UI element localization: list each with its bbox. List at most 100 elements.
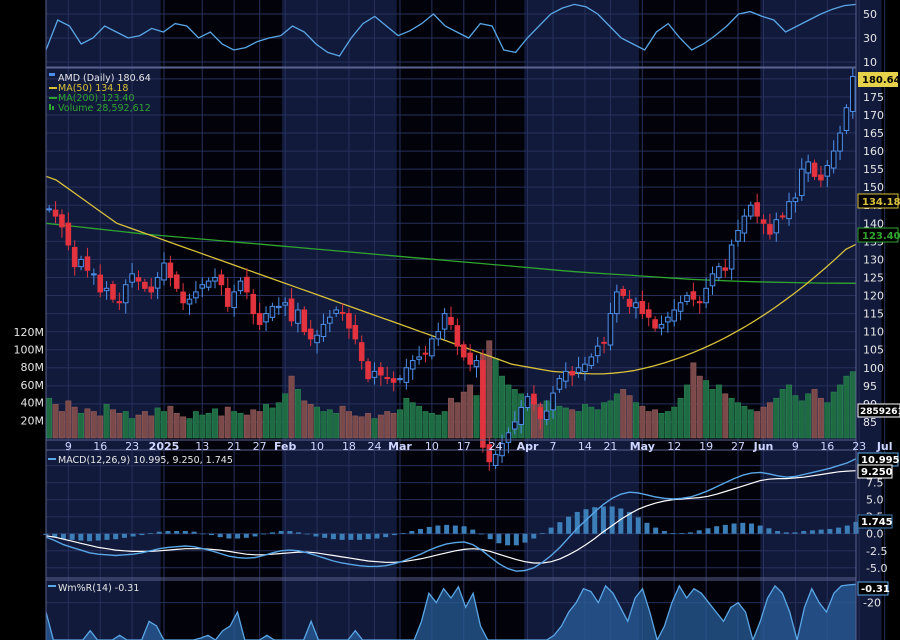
macd-hist-bar <box>261 533 267 535</box>
volume-bar <box>314 406 320 439</box>
volume-bar <box>569 409 576 439</box>
candle-body <box>665 316 671 323</box>
macd-hist-bar <box>740 522 746 534</box>
volume-bar <box>722 393 729 439</box>
price-tick-label: 110 <box>863 326 884 339</box>
candle-body <box>779 215 786 218</box>
tag-signal: 9.250 <box>861 467 893 478</box>
volume-bar <box>110 409 116 439</box>
candle-body <box>556 378 563 390</box>
date-tick-label: 14 <box>578 440 592 453</box>
tag-last-price: 180.64 <box>862 75 900 86</box>
macd-hist-bar <box>69 533 75 540</box>
candle-body <box>709 273 716 287</box>
macd-hist-bar <box>139 533 145 536</box>
candle-body <box>798 168 805 196</box>
date-tick-label: 23 <box>852 440 866 453</box>
volume-bar <box>817 397 824 439</box>
macd-hist-bar <box>470 529 476 534</box>
candle-body <box>429 338 435 357</box>
date-tick-label: 12 <box>667 440 681 453</box>
date-tick-label: 23 <box>125 440 139 453</box>
month-band <box>524 0 640 640</box>
volume-bar <box>263 404 269 439</box>
candle-body <box>384 377 391 380</box>
volume-bar <box>620 389 627 439</box>
macd-hist-bar <box>478 533 484 535</box>
volume-bar <box>798 400 805 439</box>
legend-willr: Wm%R(14) -0.31 <box>58 583 139 594</box>
macd-hist-bar <box>330 533 336 540</box>
price-tick-label: 115 <box>863 308 884 321</box>
macd-hist-bar <box>208 533 214 536</box>
volume-bar <box>84 408 91 439</box>
top-tick-label: 10 <box>863 56 877 69</box>
macd-hist-bar <box>383 533 389 538</box>
macd-tick-label: -5.0 <box>866 562 887 575</box>
macd-hist-bar <box>165 531 171 534</box>
candle-body <box>601 341 607 344</box>
macd-hist-bar <box>496 533 502 544</box>
volume-bar <box>766 402 773 439</box>
legend-swatch-willr <box>48 585 56 587</box>
candle-body <box>843 107 850 131</box>
candle-body <box>71 246 78 268</box>
price-tick-label: 175 <box>863 91 884 104</box>
date-tick-label: 27 <box>253 440 267 453</box>
candle-body <box>620 288 627 297</box>
candle-body <box>212 276 218 282</box>
macd-hist-bar <box>304 533 310 535</box>
candle-body <box>671 309 678 322</box>
tag-volume: 28592612 <box>860 407 900 417</box>
candle-body <box>135 277 142 282</box>
candle-body <box>435 331 442 340</box>
macd-hist-bar <box>783 532 789 534</box>
volume-bar <box>409 402 416 439</box>
macd-hist-bar <box>113 533 119 540</box>
date-tick-label: 21 <box>227 440 241 453</box>
macd-hist-bar <box>644 522 650 534</box>
price-tick-label: 100 <box>863 362 884 375</box>
candle-body <box>805 161 811 174</box>
candle-body <box>607 313 614 346</box>
macd-hist-bar <box>200 533 206 535</box>
volume-bar <box>365 412 372 439</box>
tag-ma200: 123.40 <box>862 231 900 242</box>
volume-bar <box>416 405 423 439</box>
volume-bar <box>747 409 754 439</box>
volume-bar <box>754 411 761 439</box>
candle-body <box>301 309 308 333</box>
date-tick-label: Feb <box>274 440 297 453</box>
candle-body <box>747 204 754 217</box>
macd-hist-bar <box>844 525 850 534</box>
macd-hist-bar <box>156 531 162 534</box>
volume-bar <box>562 407 569 439</box>
volume-bar <box>243 414 250 439</box>
candle-body <box>639 300 646 315</box>
macd-hist-bar <box>409 531 415 534</box>
tag-hist: 1.745 <box>861 517 893 528</box>
price-tick-label: 85 <box>863 416 877 429</box>
macd-hist-bar <box>775 531 781 534</box>
price-tick-label: 170 <box>863 109 884 122</box>
candle-body <box>633 302 639 309</box>
volume-bar <box>448 397 454 439</box>
candle-body <box>282 302 288 306</box>
volume-bar <box>224 406 231 439</box>
volume-bar <box>499 375 505 439</box>
volume-bar <box>696 375 703 439</box>
volume-bar <box>326 409 333 439</box>
macd-hist-bar <box>391 533 397 536</box>
candle-body <box>409 360 416 370</box>
macd-hist-bar <box>444 524 450 534</box>
volume-bar <box>441 411 448 439</box>
tag-ma50: 134.18 <box>862 197 900 208</box>
date-tick-label: 10 <box>425 440 439 453</box>
candle-body <box>448 316 454 325</box>
price-tick-label: 125 <box>863 271 884 284</box>
date-tick-label: 10 <box>310 440 324 453</box>
macd-hist-bar <box>348 533 354 540</box>
candle-body <box>256 313 263 325</box>
macd-hist-bar <box>357 533 363 540</box>
volume-bar <box>728 397 735 439</box>
